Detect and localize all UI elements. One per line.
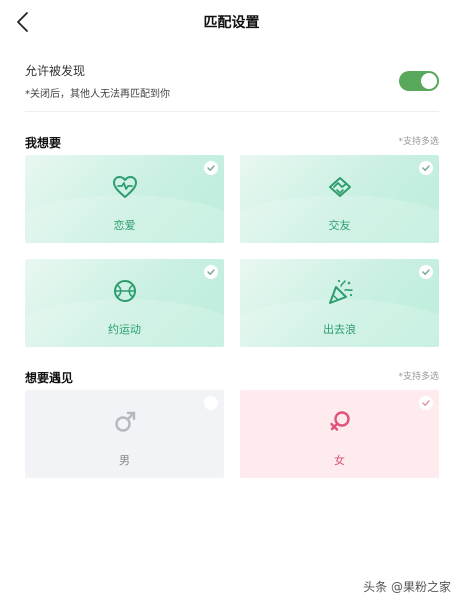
want-option-sports[interactable]: 约运动	[25, 259, 224, 347]
meet-multi-select-note: *支持多选	[398, 372, 439, 382]
party-popper-icon	[328, 279, 353, 304]
female-icon	[329, 411, 350, 431]
check-icon	[204, 265, 218, 279]
basketball-icon	[113, 280, 136, 302]
watermark-text: 头条 @果粉之家	[363, 580, 451, 594]
meet-option-label: 男	[119, 454, 130, 467]
want-option-label: 出去浪	[323, 323, 356, 336]
meet-section-title: 想要遇见	[25, 371, 74, 385]
want-option-go-out[interactable]: 出去浪	[240, 259, 439, 347]
check-icon	[419, 396, 433, 410]
check-icon	[419, 265, 433, 279]
check-icon	[419, 161, 433, 175]
want-option-friends[interactable]: 交友	[240, 155, 439, 243]
check-icon	[204, 161, 218, 175]
want-option-label: 约运动	[108, 323, 141, 336]
want-option-label: 交友	[328, 219, 351, 232]
handshake-icon	[328, 177, 351, 197]
want-section-title: 我想要	[25, 136, 62, 150]
meet-option-female[interactable]: 女	[240, 390, 439, 478]
male-icon	[114, 411, 135, 432]
unchecked-circle-icon	[204, 396, 218, 410]
heart-pulse-icon	[112, 176, 137, 198]
discoverable-note: *关闭后，其他人无法再匹配到你	[25, 89, 170, 100]
discoverable-toggle[interactable]	[399, 71, 439, 91]
page-title: 匹配设置	[203, 15, 260, 31]
meet-option-male[interactable]: 男	[25, 390, 224, 478]
want-option-label: 恋爱	[113, 219, 136, 232]
toggle-knob	[421, 73, 437, 89]
divider	[25, 111, 439, 112]
want-multi-select-note: *支持多选	[398, 137, 439, 147]
discoverable-label: 允许被发现	[25, 64, 86, 78]
want-option-love[interactable]: 恋爱	[25, 155, 224, 243]
meet-option-label: 女	[334, 454, 345, 467]
